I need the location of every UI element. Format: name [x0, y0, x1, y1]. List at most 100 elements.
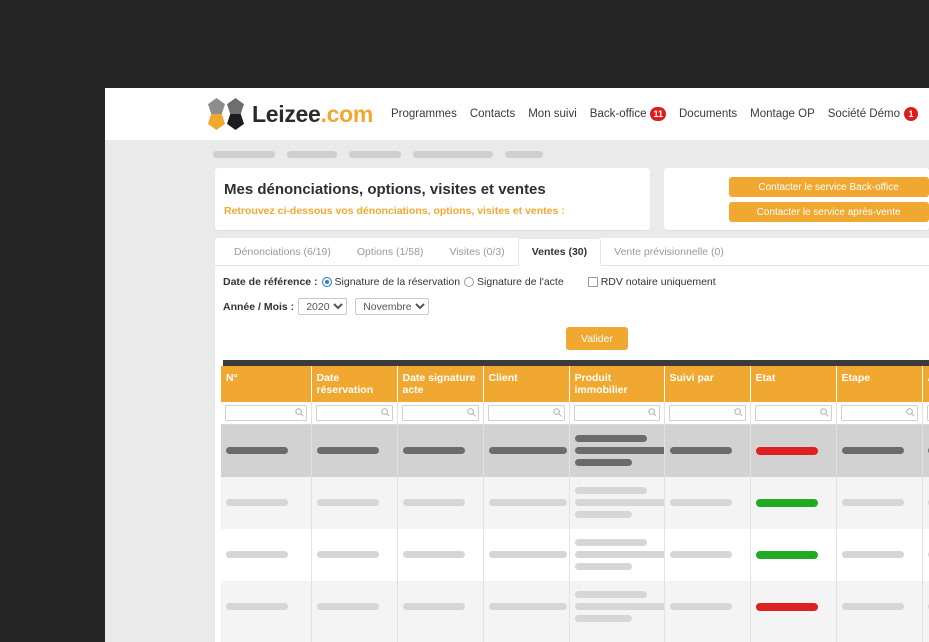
column-header-3[interactable]: Client: [483, 366, 570, 402]
column-header-label: Date signature acte: [402, 372, 476, 396]
tab-1[interactable]: Options (1/58): [344, 238, 437, 265]
table-row[interactable]: [221, 424, 929, 477]
breadcrumb-placeholder-4: [505, 150, 543, 158]
validate-button[interactable]: Valider: [566, 327, 628, 350]
tab-4[interactable]: Vente prévisionnelle (0): [601, 238, 737, 265]
column-search-input-4[interactable]: [573, 405, 660, 421]
breadcrumb: [105, 140, 929, 168]
column-search-icon[interactable]: [647, 408, 657, 417]
table-cell-1: [311, 580, 398, 633]
nav-item-2[interactable]: Mon suivi: [528, 108, 577, 120]
nav-item-1[interactable]: Contacts: [470, 108, 515, 120]
year-select[interactable]: 2020: [298, 298, 348, 315]
tab-label: Visites (0/3): [449, 245, 505, 258]
date-reference-label: Date de référence :: [223, 276, 318, 288]
column-filter-cell-2: [397, 402, 484, 425]
content-placeholder-bar: [488, 447, 567, 455]
column-header-7[interactable]: Etape: [836, 366, 923, 402]
column-search-icon[interactable]: [466, 408, 476, 417]
table-cell-8: [922, 632, 929, 642]
table-cell-2: [397, 580, 484, 633]
column-header-4[interactable]: Produit immobilier: [569, 366, 665, 402]
screenshot-viewport: Leizee.com Programmes Contacts Mon suivi Ba…: [0, 0, 929, 642]
table-row[interactable]: [221, 632, 929, 642]
table-cell-0: [221, 476, 312, 529]
column-search-icon[interactable]: [733, 408, 743, 417]
nav-item-label: Société Démo: [827, 108, 900, 120]
tab-0[interactable]: Dénonciations (6/19): [221, 238, 344, 265]
column-filter-cell-3: [483, 402, 570, 425]
content-placeholder-bar: [574, 487, 647, 494]
column-search-icon[interactable]: [294, 408, 304, 417]
table-row[interactable]: [221, 476, 929, 529]
results-table-wrapper: N° Date réservation Date signature acte Cli…: [215, 366, 929, 642]
page-title-card: Mes dénonciations, options, visites et v…: [215, 168, 650, 230]
table-cell-6: [750, 476, 837, 529]
content-placeholder-bar: [669, 499, 732, 506]
tab-3[interactable]: Ventes (30): [517, 238, 602, 266]
tab-label: Ventes (30): [531, 246, 588, 258]
tab-2[interactable]: Visites (0/3): [436, 238, 517, 265]
content-placeholder-bar: [574, 459, 632, 467]
column-search-input-2[interactable]: [401, 405, 479, 421]
brand-logo[interactable]: Leizee.com: [208, 98, 373, 130]
column-filter-cell-4: [569, 402, 665, 425]
column-search-input-3[interactable]: [487, 405, 565, 421]
table-row[interactable]: [221, 528, 929, 581]
radio-indicator-reservation[interactable]: [321, 277, 332, 287]
table-cell-3: [483, 476, 570, 529]
table-cell-4: [569, 424, 668, 477]
nav-item-6[interactable]: Société Démo 1: [828, 107, 918, 121]
radio-indicator-acte[interactable]: [464, 277, 475, 287]
table-cell-4: [569, 580, 668, 633]
table-cell-7: [836, 476, 923, 529]
contact-after-sales-button[interactable]: Contacter le service après-vente: [728, 202, 929, 222]
content-placeholder-bar: [226, 447, 288, 455]
table-row[interactable]: [221, 580, 929, 633]
checkbox-rdv-notaire[interactable]: RDV notaire uniquement: [587, 276, 716, 288]
table-cell-0: [221, 528, 312, 581]
column-header-1[interactable]: Date réservation: [311, 366, 398, 402]
column-search-icon[interactable]: [905, 408, 915, 417]
column-header-0[interactable]: N°: [221, 366, 312, 402]
table-cell-6: [750, 580, 837, 633]
column-header-8[interactable]: A: [922, 366, 929, 402]
nav-item-3[interactable]: Back-office 11: [590, 107, 666, 121]
nav-item-4[interactable]: Documents: [679, 108, 737, 120]
column-search-icon[interactable]: [552, 408, 562, 417]
page-title: Mes dénonciations, options, visites et v…: [224, 181, 546, 198]
content-placeholder-bar: [316, 499, 379, 506]
radio-signature-acte[interactable]: Signature de l'acte: [464, 276, 564, 288]
nav-item-5[interactable]: Montage OP: [750, 108, 815, 120]
column-header-label: N°: [226, 372, 238, 384]
column-search-input-7[interactable]: [840, 405, 918, 421]
column-header-6[interactable]: Etat: [750, 366, 837, 402]
content-placeholder-bar: [669, 447, 732, 455]
table-cell-2: [397, 476, 484, 529]
contact-back-office-button[interactable]: Contacter le service Back-office: [728, 177, 929, 197]
content-placeholder-bar: [574, 591, 647, 598]
top-navigation-bar: Leizee.com Programmes Contacts Mon suivi Ba…: [105, 88, 929, 140]
column-header-5[interactable]: Suivi par: [664, 366, 751, 402]
column-search-input-1[interactable]: [315, 405, 393, 421]
nav-item-0[interactable]: Programmes: [391, 108, 457, 120]
table-cell-5: [664, 632, 751, 642]
checkbox-indicator-notaire[interactable]: [587, 277, 598, 287]
date-reference-row: Date de référence : Signature de la rése…: [223, 276, 929, 288]
radio-signature-reservation[interactable]: Signature de la réservation: [321, 276, 460, 288]
nav-badge: 1: [903, 107, 918, 121]
table-cell-7: [836, 580, 923, 633]
content-placeholder-bar: [574, 499, 668, 506]
column-search-input-5[interactable]: [668, 405, 746, 421]
table-cell-6: [750, 424, 837, 477]
column-filter-cell-8: [922, 402, 929, 425]
column-search-icon[interactable]: [380, 408, 390, 417]
column-search-input-0[interactable]: [225, 405, 307, 421]
content-placeholder-bar: [226, 603, 288, 610]
logo-name: Leizee: [252, 100, 321, 127]
table-cell-1: [311, 424, 398, 477]
column-search-icon[interactable]: [819, 408, 829, 417]
column-header-2[interactable]: Date signature acte: [397, 366, 484, 402]
month-select[interactable]: Novembre: [355, 298, 430, 315]
column-search-input-6[interactable]: [754, 405, 832, 421]
